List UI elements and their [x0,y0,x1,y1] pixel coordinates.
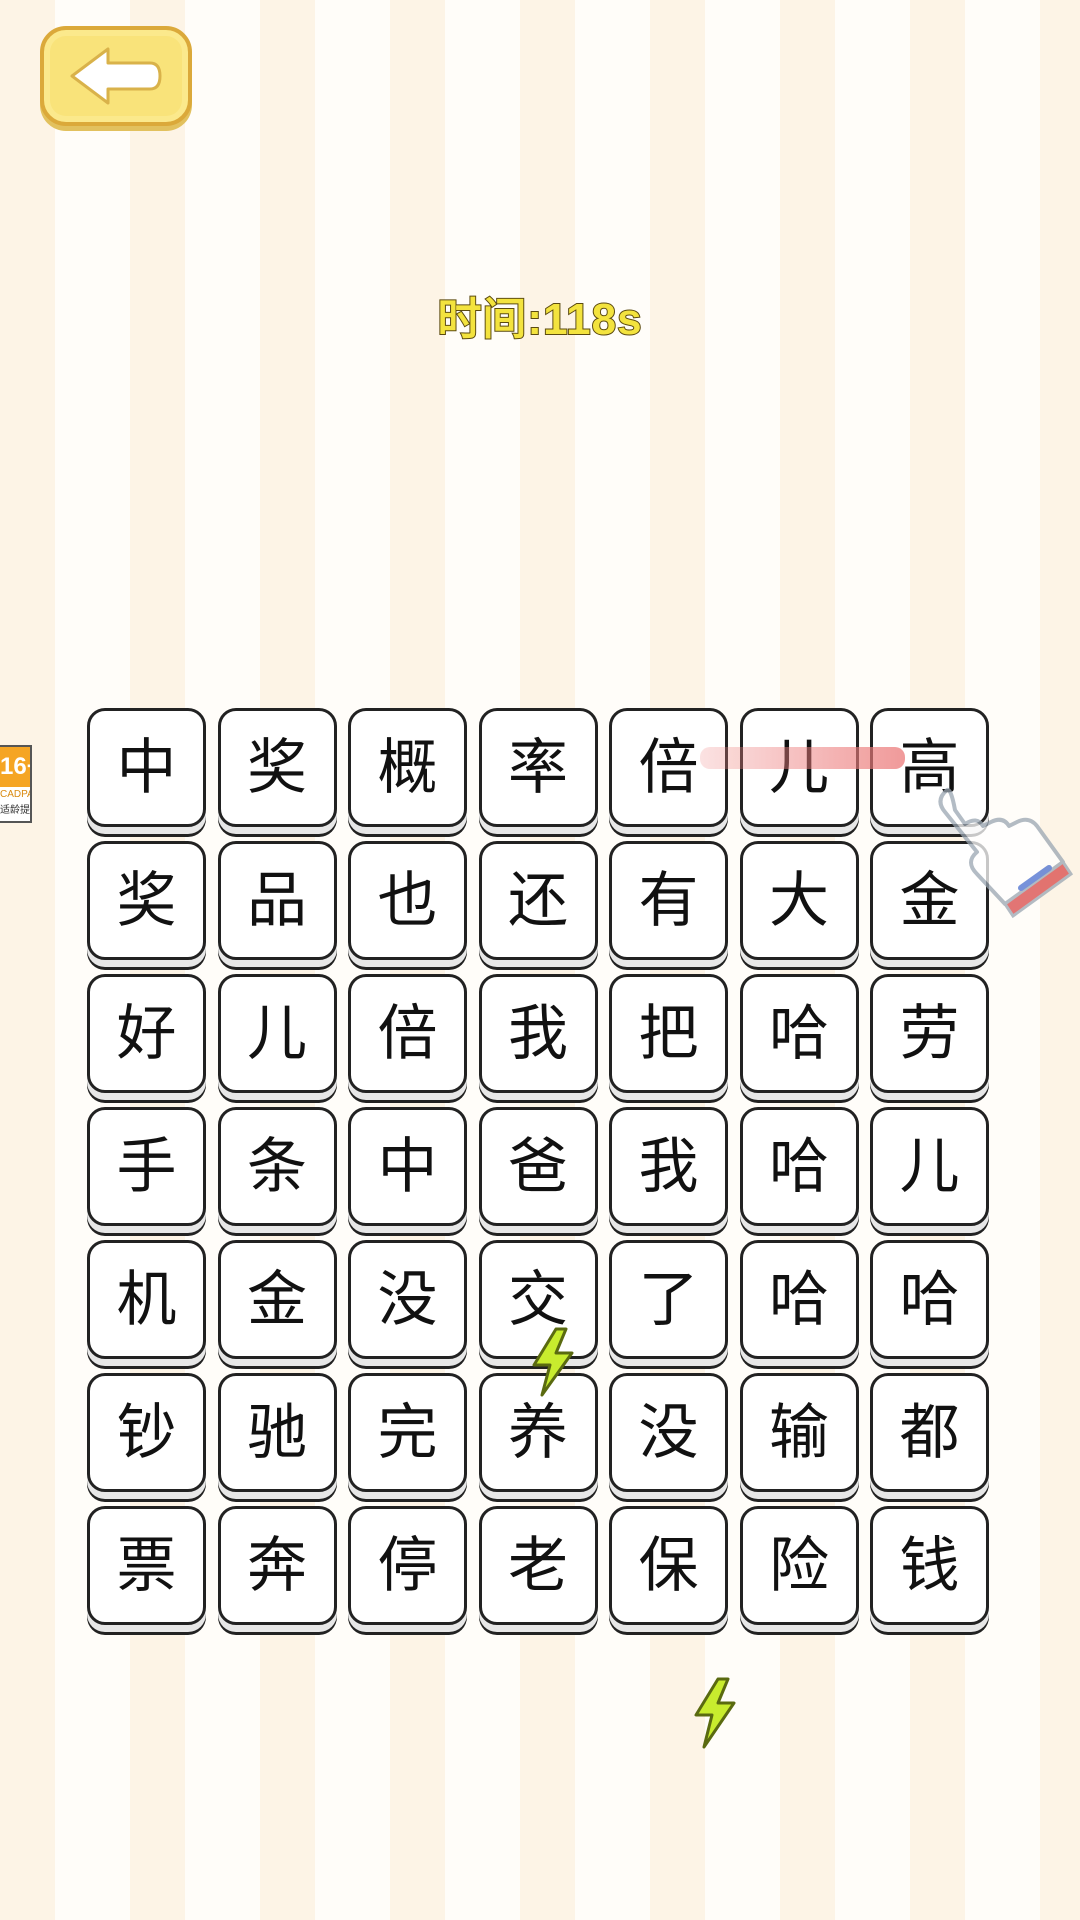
char-tile[interactable]: 有 [609,841,728,960]
char-tile[interactable]: 条 [217,1107,337,1226]
char-tile[interactable]: 劳 [870,974,989,1093]
char-tile[interactable]: 也 [348,841,467,960]
char-tile[interactable]: 奖 [217,708,337,827]
char-tile[interactable]: 爸 [478,1107,598,1226]
char-tile[interactable]: 概 [348,708,467,827]
age-rating-brand: CADPA [0,789,32,800]
char-tile[interactable]: 哈 [739,1107,859,1226]
char-tile[interactable]: 把 [609,974,728,1093]
char-tile[interactable]: 中 [348,1107,467,1226]
char-tile[interactable]: 金 [217,1240,337,1359]
char-tile[interactable]: 我 [478,974,598,1093]
char-tile[interactable]: 儿 [739,708,859,827]
char-tile[interactable]: 了 [609,1240,728,1359]
character-grid: 中 奖 概 率 倍 儿 高 奖 品 也 还 有 大 金 好 儿 倍 我 把 哈 … [87,708,993,1625]
char-tile[interactable]: 老 [478,1506,598,1625]
char-tile[interactable]: 奖 [87,841,206,960]
char-tile[interactable]: 都 [870,1373,989,1492]
char-tile[interactable]: 哈 [739,974,859,1093]
char-tile[interactable]: 手 [87,1107,206,1226]
char-tile[interactable]: 我 [609,1107,728,1226]
char-tile[interactable]: 儿 [870,1107,989,1226]
char-tile[interactable]: 停 [348,1506,467,1625]
char-tile[interactable]: 没 [609,1373,728,1492]
char-tile[interactable]: 还 [478,841,598,960]
char-tile[interactable]: 交 [478,1240,598,1359]
age-rating-note: 适龄提示 [0,805,30,816]
char-tile[interactable]: 钞 [87,1373,206,1492]
char-tile[interactable]: 倍 [348,974,467,1093]
char-tile[interactable]: 票 [87,1506,206,1625]
char-tile[interactable]: 哈 [739,1240,859,1359]
char-tile[interactable]: 养 [478,1373,598,1492]
age-rating-value: 16+ [0,747,30,787]
back-button[interactable] [40,26,192,126]
char-tile[interactable]: 驰 [217,1373,337,1492]
char-tile[interactable]: 率 [478,708,598,827]
char-tile[interactable]: 奔 [217,1506,337,1625]
char-tile[interactable]: 倍 [609,708,728,827]
char-tile[interactable]: 完 [348,1373,467,1492]
char-tile[interactable]: 好 [87,974,206,1093]
timer-label: 时间:118s [436,294,643,345]
char-tile[interactable]: 哈 [870,1240,989,1359]
char-tile[interactable]: 中 [87,708,206,827]
char-tile[interactable]: 没 [348,1240,467,1359]
char-tile[interactable]: 险 [739,1506,859,1625]
lightning-bolt-icon [694,1677,736,1749]
char-tile[interactable]: 品 [217,841,337,960]
char-tile[interactable]: 钱 [870,1506,989,1625]
char-tile[interactable]: 机 [87,1240,206,1359]
char-tile[interactable]: 金 [870,841,989,960]
arrow-left-icon [70,47,162,105]
char-tile[interactable]: 保 [609,1506,728,1625]
age-rating-badge: 16+ CADPA 适龄提示 [0,745,32,823]
char-tile[interactable]: 输 [739,1373,859,1492]
char-tile[interactable]: 大 [739,841,859,960]
char-tile[interactable]: 高 [870,708,989,827]
char-tile[interactable]: 儿 [217,974,337,1093]
